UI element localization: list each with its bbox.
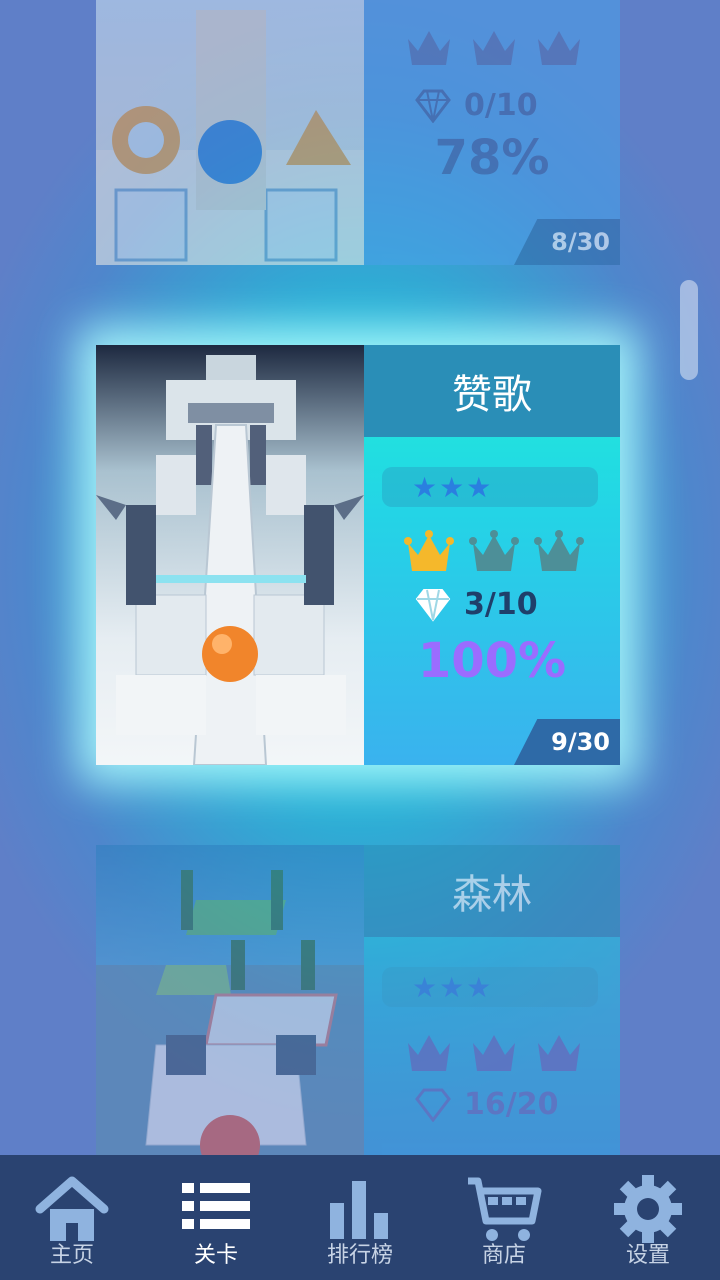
crown-icon (538, 1035, 580, 1071)
diamond-icon (415, 89, 451, 123)
level-card-next[interactable]: 森林 ★★★ 16/20 (96, 845, 620, 1155)
crown-row (404, 25, 584, 75)
gem-count: 16/20 (464, 1087, 559, 1122)
crown-row (404, 529, 584, 579)
level-title: 赞歌 (364, 345, 620, 437)
completion-percent: 100% (417, 633, 567, 689)
crown-icon (408, 31, 450, 65)
level-title: 森林 (364, 845, 620, 937)
tab-label: 排行榜 (326, 1243, 393, 1268)
crown-icon (538, 31, 580, 65)
scrollbar[interactable] (680, 280, 698, 380)
level-preview-image (96, 345, 364, 765)
difficulty-stars: ★★★ (382, 967, 598, 1007)
crown-icon-gold (404, 530, 454, 571)
crown-icon (473, 1035, 515, 1071)
gem-counter: 16/20 (414, 1087, 558, 1122)
tab-leaderboard[interactable]: 排行榜 (288, 1155, 432, 1280)
tab-shop[interactable]: 商店 (432, 1155, 576, 1280)
diamond-icon (415, 588, 451, 622)
crown-icon (408, 1035, 450, 1071)
tab-home[interactable]: 主页 (0, 1155, 144, 1280)
tab-label: 设置 (625, 1243, 670, 1268)
tab-label: 商店 (481, 1243, 526, 1268)
bottom-tab-bar: 主页 关卡 排行榜 商店 设置 (0, 1155, 720, 1280)
crown-row (404, 1029, 584, 1079)
level-number-badge: 9/30 (514, 719, 620, 765)
level-number-badge: 8/30 (514, 219, 620, 265)
level-preview-image (96, 0, 364, 265)
crown-icon (473, 31, 515, 65)
level-card-current[interactable]: 赞歌 ★★★ 3/10 100% 9/30 (96, 345, 620, 765)
diamond-icon (415, 1088, 451, 1122)
tab-settings[interactable]: 设置 (576, 1155, 720, 1280)
crown-icon (469, 530, 519, 571)
gem-counter: 0/10 (414, 88, 538, 123)
difficulty-stars: ★★★ (382, 467, 598, 507)
gem-counter: 3/10 (414, 587, 538, 622)
tab-label: 关卡 (193, 1243, 238, 1268)
level-card-prev[interactable]: 0/10 78% 8/30 (96, 0, 620, 265)
tab-levels[interactable]: 关卡 (144, 1155, 288, 1280)
crown-icon (534, 530, 584, 571)
gem-count: 3/10 (464, 587, 538, 622)
completion-percent: 78% (434, 130, 550, 186)
level-preview-image (96, 845, 364, 1155)
gem-count: 0/10 (464, 88, 538, 123)
tab-label: 主页 (49, 1243, 94, 1268)
